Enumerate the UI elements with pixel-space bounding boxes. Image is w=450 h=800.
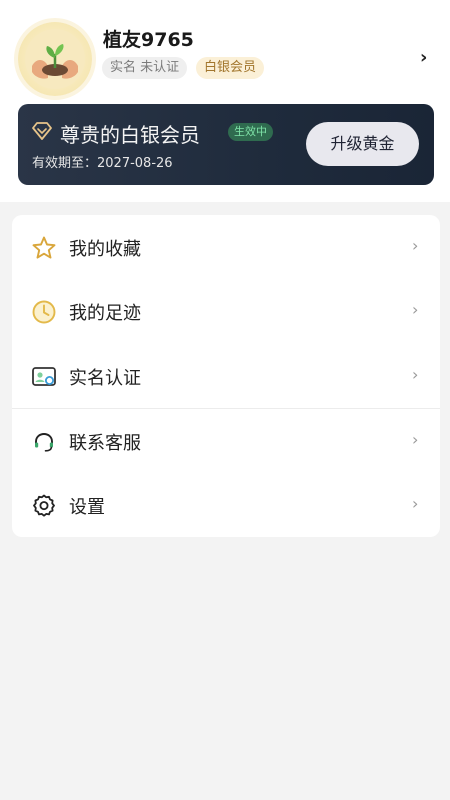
chevron-right-icon: ›: [412, 300, 419, 319]
headset-icon: [35, 433, 53, 452]
membership-expiry: 有效期至：2027-08-26: [32, 156, 173, 171]
membership-title: 尊贵的白银会员: [60, 123, 200, 147]
menu-item-favorites[interactable]: 我的收藏 ›: [12, 215, 440, 279]
chevron-right-icon: ›: [412, 430, 419, 449]
clock-icon: [32, 300, 56, 324]
menu-item-customer-service[interactable]: 联系客服 ›: [12, 409, 440, 473]
menu-item-label: 我的足迹: [69, 303, 141, 324]
chevron-right-icon: ›: [412, 236, 419, 255]
verification-badge[interactable]: 实名 未认证: [102, 57, 188, 79]
menu-item-label: 联系客服: [69, 433, 141, 454]
gear-icon: [33, 494, 55, 517]
profile-chevron-icon[interactable]: ›: [420, 48, 434, 68]
membership-status-badge: 生效中: [228, 123, 273, 141]
menu-item-label: 实名认证: [69, 368, 141, 389]
id-card-icon: [32, 367, 56, 386]
star-icon: [32, 236, 56, 259]
avatar[interactable]: [18, 22, 92, 96]
membership-card[interactable]: 尊贵的白银会员 生效中 有效期至：2027-08-26 升级黄金: [18, 104, 434, 185]
menu-item-label: 设置: [69, 497, 105, 518]
menu-item-verification[interactable]: 实名认证 ›: [12, 344, 440, 408]
menu-item-settings[interactable]: 设置 ›: [12, 473, 440, 537]
menu-item-label: 我的收藏: [69, 239, 141, 260]
profile-section: 植友9765 实名 未认证 白银会员 › 尊贵的白银会员 生效中 有效期至：20…: [0, 0, 450, 202]
chevron-right-icon: ›: [412, 365, 419, 384]
menu-item-history[interactable]: 我的足迹 ›: [12, 279, 440, 343]
username: 植友9765: [103, 29, 194, 51]
diamond-icon: [32, 122, 52, 140]
chevron-right-icon: ›: [412, 494, 419, 513]
member-level-badge: 白银会员: [196, 57, 265, 79]
menu-list: 我的收藏 › 我的足迹 › 实名认证 › 联系客服 › 设置 ›: [12, 215, 440, 537]
plant-hands-icon: [25, 29, 85, 89]
upgrade-gold-button[interactable]: 升级黄金: [306, 122, 419, 166]
